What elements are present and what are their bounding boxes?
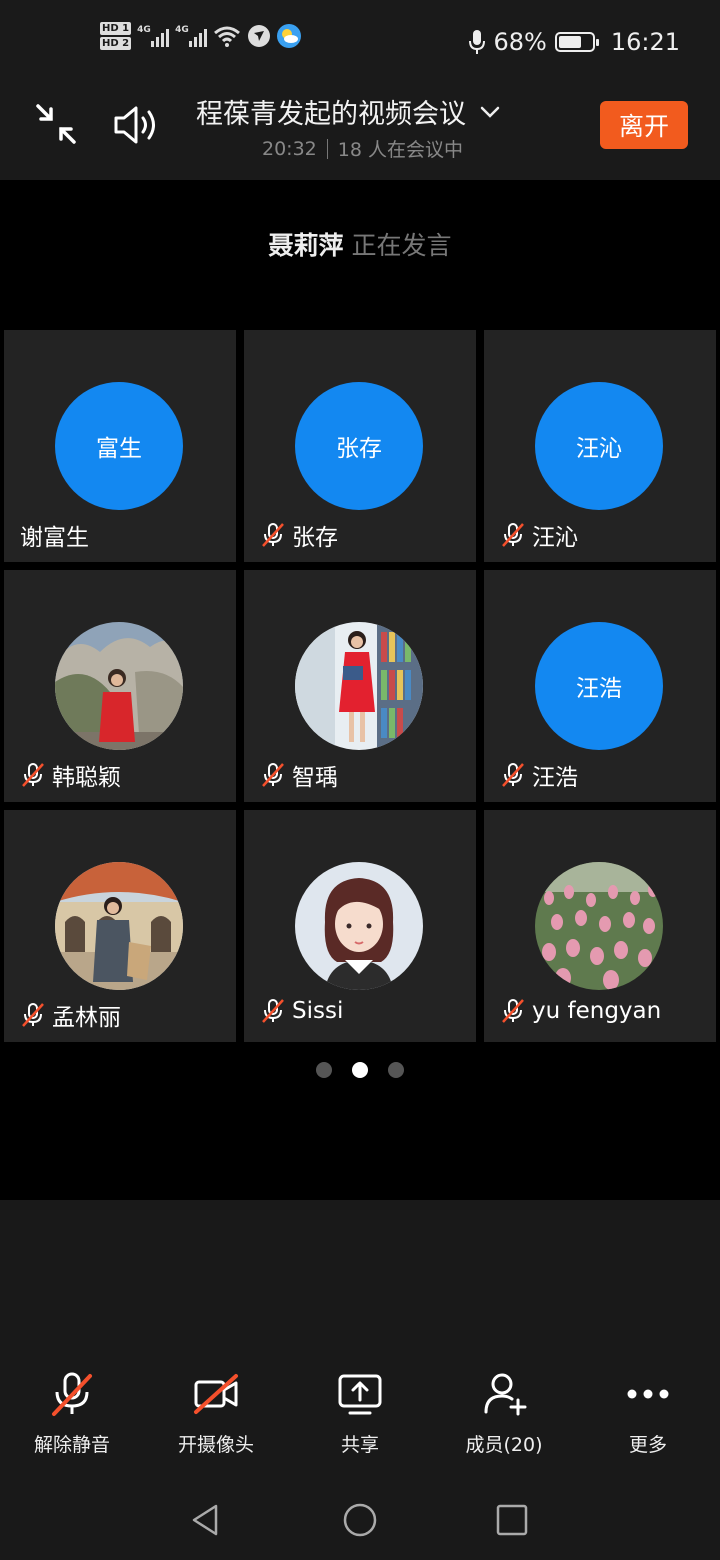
participant-name: 智瑀 <box>292 765 338 791</box>
status-right: 68% 16:21 <box>469 28 680 56</box>
avatar-photo <box>535 862 663 990</box>
recents-icon[interactable] <box>494 1502 530 1538</box>
participant-tile[interactable]: 汪沁 汪沁 <box>484 330 716 562</box>
participant-label: yu fengyan <box>500 998 661 1024</box>
weather-icon <box>277 24 302 48</box>
hd2-badge: HD 2 <box>100 37 132 50</box>
meeting-toolbar: 解除静音 开摄像头 共享 成员(20) 更多 <box>0 1370 720 1457</box>
minimize-icon[interactable] <box>34 102 78 146</box>
mic-off-icon <box>52 1372 92 1416</box>
muted-mic-icon <box>22 1003 44 1027</box>
screen-share-icon <box>338 1374 382 1415</box>
chevron-down-icon[interactable] <box>480 105 500 119</box>
participant-name: 汪沁 <box>532 525 578 551</box>
camera-label: 开摄像头 <box>177 1434 254 1456</box>
wifi-icon <box>214 26 241 47</box>
muted-mic-icon <box>502 763 524 787</box>
unmute-button[interactable]: 解除静音 <box>0 1370 144 1457</box>
participant-name: Sissi <box>292 998 344 1024</box>
active-speaker-status: 正在发言 <box>351 231 452 260</box>
muted-mic-icon <box>262 763 284 787</box>
signal-icon-1: 4G <box>137 25 170 47</box>
muted-mic-icon <box>502 999 524 1023</box>
participant-count: 18 人在会议中 <box>337 139 463 161</box>
participant-tile[interactable]: yu fengyan <box>484 810 716 1042</box>
share-button[interactable]: 共享 <box>288 1370 432 1457</box>
battery-fill <box>558 36 581 48</box>
more-label: 更多 <box>628 1434 667 1456</box>
hd-badges: HD 1 HD 2 <box>100 22 132 50</box>
system-nav-bar <box>0 1490 720 1550</box>
participant-label: 智瑀 <box>260 758 338 792</box>
battery-icon <box>554 32 599 52</box>
participant-name: 孟林丽 <box>52 1005 121 1031</box>
leave-button[interactable]: 离开 <box>600 101 688 149</box>
members-label: 成员(20) <box>465 1434 543 1456</box>
share-label: 共享 <box>340 1434 379 1456</box>
signal-icon-2: 4G <box>175 25 208 47</box>
avatar: 汪浩 <box>535 622 663 750</box>
page-dot-active[interactable] <box>352 1062 368 1078</box>
participant-label: 谢富生 <box>20 518 89 552</box>
participant-tile[interactable]: 汪浩 汪浩 <box>484 570 716 802</box>
meeting-title-row[interactable]: 程葆青发起的视频会议 <box>196 92 500 131</box>
muted-mic-icon <box>22 763 44 787</box>
speaker-icon[interactable] <box>112 104 160 146</box>
page-dot[interactable] <box>388 1062 404 1078</box>
active-speaker-name: 聂莉萍 <box>268 231 344 260</box>
participant-name: 韩聪颖 <box>52 765 121 791</box>
members-button[interactable]: 成员(20) <box>432 1370 576 1457</box>
back-icon[interactable] <box>188 1502 224 1538</box>
muted-mic-icon <box>502 523 524 547</box>
participant-tile[interactable]: 富生 谢富生 <box>4 330 236 562</box>
more-button[interactable]: 更多 <box>576 1370 720 1457</box>
camera-off-icon <box>194 1374 238 1414</box>
divider <box>326 138 328 159</box>
muted-mic-icon <box>262 999 284 1023</box>
participant-label: 孟林丽 <box>20 998 121 1032</box>
avatar: 汪沁 <box>535 382 663 510</box>
meeting-title: 程葆青发起的视频会议 <box>196 99 466 130</box>
microphone-in-use-icon <box>469 30 486 54</box>
participant-tile[interactable]: 张存 张存 <box>244 330 476 562</box>
participant-tile[interactable]: 孟林丽 <box>4 810 236 1042</box>
app-notification-icon <box>248 25 271 47</box>
participant-name: 张存 <box>292 525 338 551</box>
participant-grid: 富生 谢富生 张存 张存 汪沁 汪沁 韩聪颖 智瑀 汪浩 汪浩 孟林丽 Siss… <box>4 330 716 1042</box>
more-icon <box>627 1389 669 1399</box>
participant-label: 张存 <box>260 518 338 552</box>
hd1-badge: HD 1 <box>100 22 132 35</box>
page-indicator <box>0 1062 720 1078</box>
muted-mic-icon <box>262 523 284 547</box>
avatar: 富生 <box>55 382 183 510</box>
avatar-illustration <box>295 862 423 990</box>
camera-on-button[interactable]: 开摄像头 <box>144 1370 288 1457</box>
participant-tile[interactable]: 智瑀 <box>244 570 476 802</box>
avatar-photo <box>55 622 183 750</box>
home-icon[interactable] <box>342 1502 378 1538</box>
participant-label: 汪浩 <box>500 758 578 792</box>
meeting-info: 20:32 18 人在会议中 <box>262 135 463 162</box>
add-member-icon <box>484 1373 527 1416</box>
avatar: 张存 <box>295 382 423 510</box>
participant-label: 韩聪颖 <box>20 758 121 792</box>
meeting-duration: 20:32 <box>262 137 317 160</box>
status-left: HD 1 HD 2 4G 4G <box>100 22 302 50</box>
participant-tile[interactable]: 韩聪颖 <box>4 570 236 802</box>
participant-label: Sissi <box>260 998 343 1024</box>
participant-tile[interactable]: Sissi <box>244 810 476 1042</box>
active-speaker: 聂莉萍 正在发言 <box>0 226 720 262</box>
page-dot[interactable] <box>316 1062 332 1078</box>
avatar-photo <box>295 622 423 750</box>
participant-name: 谢富生 <box>20 525 89 551</box>
unmute-label: 解除静音 <box>33 1434 110 1456</box>
clock: 16:21 <box>610 28 680 56</box>
participant-label: 汪沁 <box>500 518 578 552</box>
participant-name: 汪浩 <box>532 765 578 791</box>
battery-percent: 68% <box>493 28 547 56</box>
avatar-photo <box>55 862 183 990</box>
participant-name: yu fengyan <box>532 998 662 1024</box>
status-bar: HD 1 HD 2 4G 4G 68% 16:21 <box>0 0 720 86</box>
